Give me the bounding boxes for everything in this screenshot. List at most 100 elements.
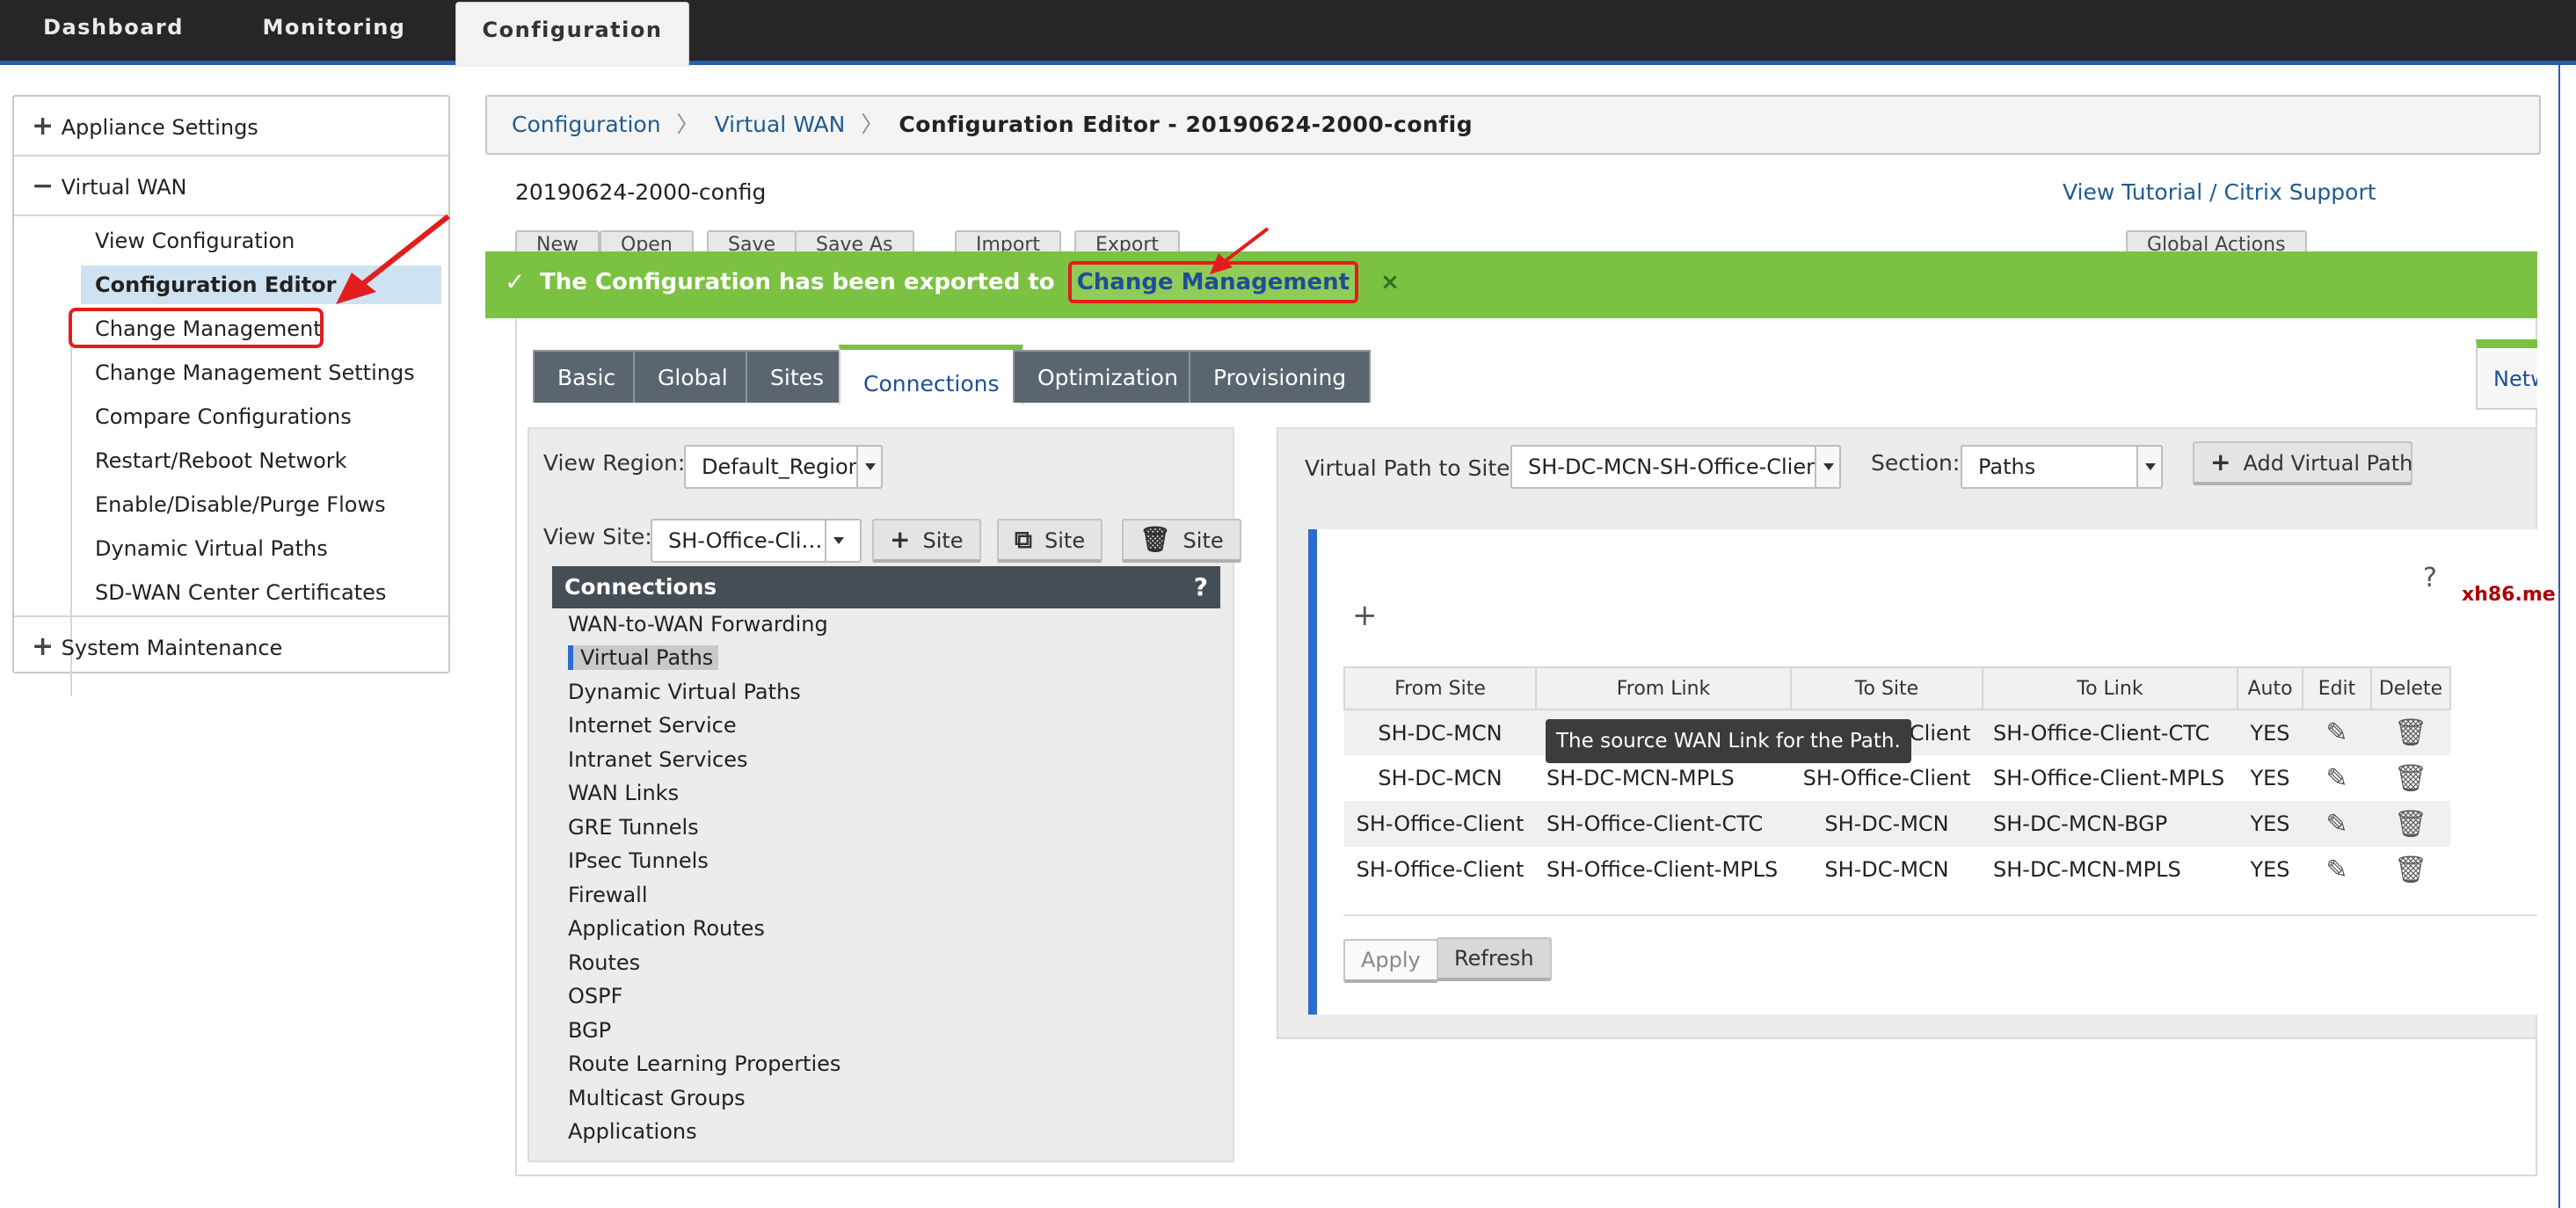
col-from-link[interactable]: From Link <box>1535 666 1792 710</box>
cell-to-site: SH-DC-MCN <box>1791 801 1983 847</box>
add-virtual-path-button[interactable]: + Add Virtual Path <box>2193 441 2412 485</box>
banner-message: The Configuration has been exported to <box>540 269 1055 295</box>
right-edge-line <box>2558 65 2576 1208</box>
conn-item-firewall[interactable]: Firewall <box>568 883 648 907</box>
annotation-arrow-icon <box>336 214 450 304</box>
nav-item-enable-disable-purge-flows[interactable]: Enable/Disable/Purge Flows <box>81 485 386 524</box>
button-label: Site <box>1182 528 1224 553</box>
breadcrumb-configuration[interactable]: Configuration <box>512 112 661 137</box>
view-site-label: View Site: <box>543 524 652 549</box>
cell-to-site: SH-DC-MCN <box>1824 857 1949 882</box>
nav-item-sd-wan-center-certificates[interactable]: SD-WAN Center Certificates <box>81 573 386 612</box>
button-label: Add Virtual Path <box>2243 451 2413 476</box>
tab-basic[interactable]: Basic <box>533 350 641 403</box>
add-row-icon[interactable]: + <box>1352 598 1378 633</box>
clone-site-button[interactable]: ⧉ Site <box>997 519 1103 563</box>
citrix-support-link[interactable]: Citrix Support <box>2224 179 2376 205</box>
conn-item-multicast-groups[interactable]: Multicast Groups <box>568 1086 746 1110</box>
trash-icon: 🗑 <box>1139 525 1171 554</box>
chevron-right-icon: 〉 <box>676 112 699 137</box>
conn-item-wan-links[interactable]: WAN Links <box>568 781 679 805</box>
tab-configuration[interactable]: Configuration <box>455 2 689 67</box>
tab-connections[interactable]: Connections <box>839 345 1024 404</box>
conn-item-dynamic-virtual-paths[interactable]: Dynamic Virtual Paths <box>568 680 801 704</box>
add-site-button[interactable]: + Site <box>872 519 981 563</box>
conn-item-virtual-paths[interactable]: Virtual Paths <box>568 645 719 670</box>
nav-item-dynamic-virtual-paths[interactable]: Dynamic Virtual Paths <box>81 529 328 568</box>
tab-network[interactable]: Netw <box>2476 339 2537 410</box>
left-navigation: + Appliance Settings − Virtual WAN View … <box>12 95 450 696</box>
section-select[interactable]: Paths <box>1961 445 2163 489</box>
cell-from-site: SH-DC-MCN <box>1378 766 1503 790</box>
cell-auto: YES <box>2250 857 2290 882</box>
tab-sites[interactable]: Sites <box>746 350 849 403</box>
view-tutorial-link[interactable]: View Tutorial <box>2063 179 2202 205</box>
conn-item-applications[interactable]: Applications <box>568 1119 697 1144</box>
plus-icon: + <box>2210 448 2231 477</box>
conn-item-wan-to-wan-forwarding[interactable]: WAN-to-WAN Forwarding <box>568 612 828 637</box>
cell-auto: YES <box>2238 710 2303 755</box>
edit-pencil-icon[interactable]: ✎ <box>2303 847 2371 892</box>
link-separator: / <box>2209 179 2217 205</box>
delete-site-button[interactable]: 🗑 Site <box>1122 519 1241 563</box>
conn-item-gre-tunnels[interactable]: GRE Tunnels <box>568 815 699 840</box>
conn-item-internet-service[interactable]: Internet Service <box>568 713 737 738</box>
conn-item-bgp[interactable]: BGP <box>568 1018 611 1043</box>
conn-item-ipsec-tunnels[interactable]: IPsec Tunnels <box>568 848 709 873</box>
edit-pencil-icon[interactable]: ✎ <box>2303 710 2371 755</box>
col-edit: Edit <box>2302 666 2372 710</box>
check-icon: ✓ <box>505 267 526 296</box>
nav-item-compare-configurations[interactable]: Compare Configurations <box>81 397 352 436</box>
col-to-site[interactable]: To Site <box>1790 666 1983 710</box>
expand-icon: + <box>32 111 55 142</box>
cell-from-link: SH-Office-Client-MPLS <box>1546 857 1779 882</box>
paths-table: From Site From Link To Site To Link Auto… <box>1343 666 2451 892</box>
tab-dashboard[interactable]: Dashboard <box>12 0 215 65</box>
apply-button[interactable]: Apply <box>1343 939 1438 983</box>
button-label: Site <box>922 528 964 553</box>
view-site-select[interactable]: SH-Office-Cli… <box>651 519 862 563</box>
table-row[interactable]: SH-Office-Client SH-Office-Client-CTC SH… <box>1344 801 2450 847</box>
conn-item-application-routes[interactable]: Application Routes <box>568 916 765 941</box>
close-icon[interactable]: × <box>1380 251 1400 313</box>
col-from-site[interactable]: From Site <box>1343 666 1537 710</box>
tab-monitoring[interactable]: Monitoring <box>237 0 431 65</box>
trash-icon[interactable]: 🗑 <box>2371 801 2450 847</box>
col-to-link[interactable]: To Link <box>1982 666 2238 710</box>
conn-item-routes[interactable]: Routes <box>568 950 640 975</box>
copy-icon: ⧉ <box>1015 525 1032 554</box>
nav-item-view-configuration[interactable]: View Configuration <box>81 222 295 260</box>
col-auto[interactable]: Auto <box>2237 666 2303 710</box>
nav-section-virtual-wan[interactable]: − Virtual WAN <box>14 156 448 216</box>
nav-item-change-management-settings[interactable]: Change Management Settings <box>81 353 415 392</box>
virtual-path-value: SH-DC-MCN-SH-Office-Client <box>1528 455 1828 479</box>
tab-provisioning[interactable]: Provisioning <box>1189 350 1372 403</box>
breadcrumb-virtual-wan[interactable]: Virtual WAN <box>715 112 846 137</box>
edit-pencil-icon[interactable]: ✎ <box>2303 801 2371 847</box>
table-row[interactable]: SH-Office-Client SH-Office-Client-MPLS S… <box>1344 847 2450 892</box>
top-nav-bar: Dashboard Monitoring Configuration <box>0 0 2576 67</box>
view-region-label: View Region: <box>543 450 686 476</box>
nav-item-restart-reboot-network[interactable]: Restart/Reboot Network <box>81 441 347 480</box>
view-region-select[interactable]: Default_Region <box>684 445 883 489</box>
trash-icon[interactable]: 🗑 <box>2371 847 2450 892</box>
support-links: View Tutorial / Citrix Support <box>2063 179 2376 205</box>
conn-item-route-learning-properties[interactable]: Route Learning Properties <box>568 1052 840 1076</box>
conn-item-ospf[interactable]: OSPF <box>568 984 622 1008</box>
nav-section-system-maintenance[interactable]: + System Maintenance <box>14 615 448 675</box>
trash-icon[interactable]: 🗑 <box>2371 755 2450 801</box>
nav-section-appliance-settings[interactable]: + Appliance Settings <box>14 97 448 156</box>
virtual-path-label: Virtual Path to Site: <box>1305 455 1517 481</box>
refresh-button[interactable]: Refresh <box>1437 937 1552 981</box>
view-site-value: SH-Office-Cli… <box>668 528 823 553</box>
trash-icon[interactable]: 🗑 <box>2371 710 2450 755</box>
virtual-path-select[interactable]: SH-DC-MCN-SH-Office-Client <box>1510 445 1841 489</box>
conn-item-intranet-services[interactable]: Intranet Services <box>568 747 748 772</box>
tab-optimization[interactable]: Optimization <box>1013 350 1203 403</box>
tab-global[interactable]: Global <box>633 350 753 403</box>
edit-pencil-icon[interactable]: ✎ <box>2303 755 2371 801</box>
cell-to-link: SH-DC-MCN-BGP <box>1983 801 2238 847</box>
help-icon[interactable]: ? <box>1194 566 1208 608</box>
cell-auto: YES <box>2238 801 2303 847</box>
help-icon[interactable]: ? <box>2423 563 2437 593</box>
